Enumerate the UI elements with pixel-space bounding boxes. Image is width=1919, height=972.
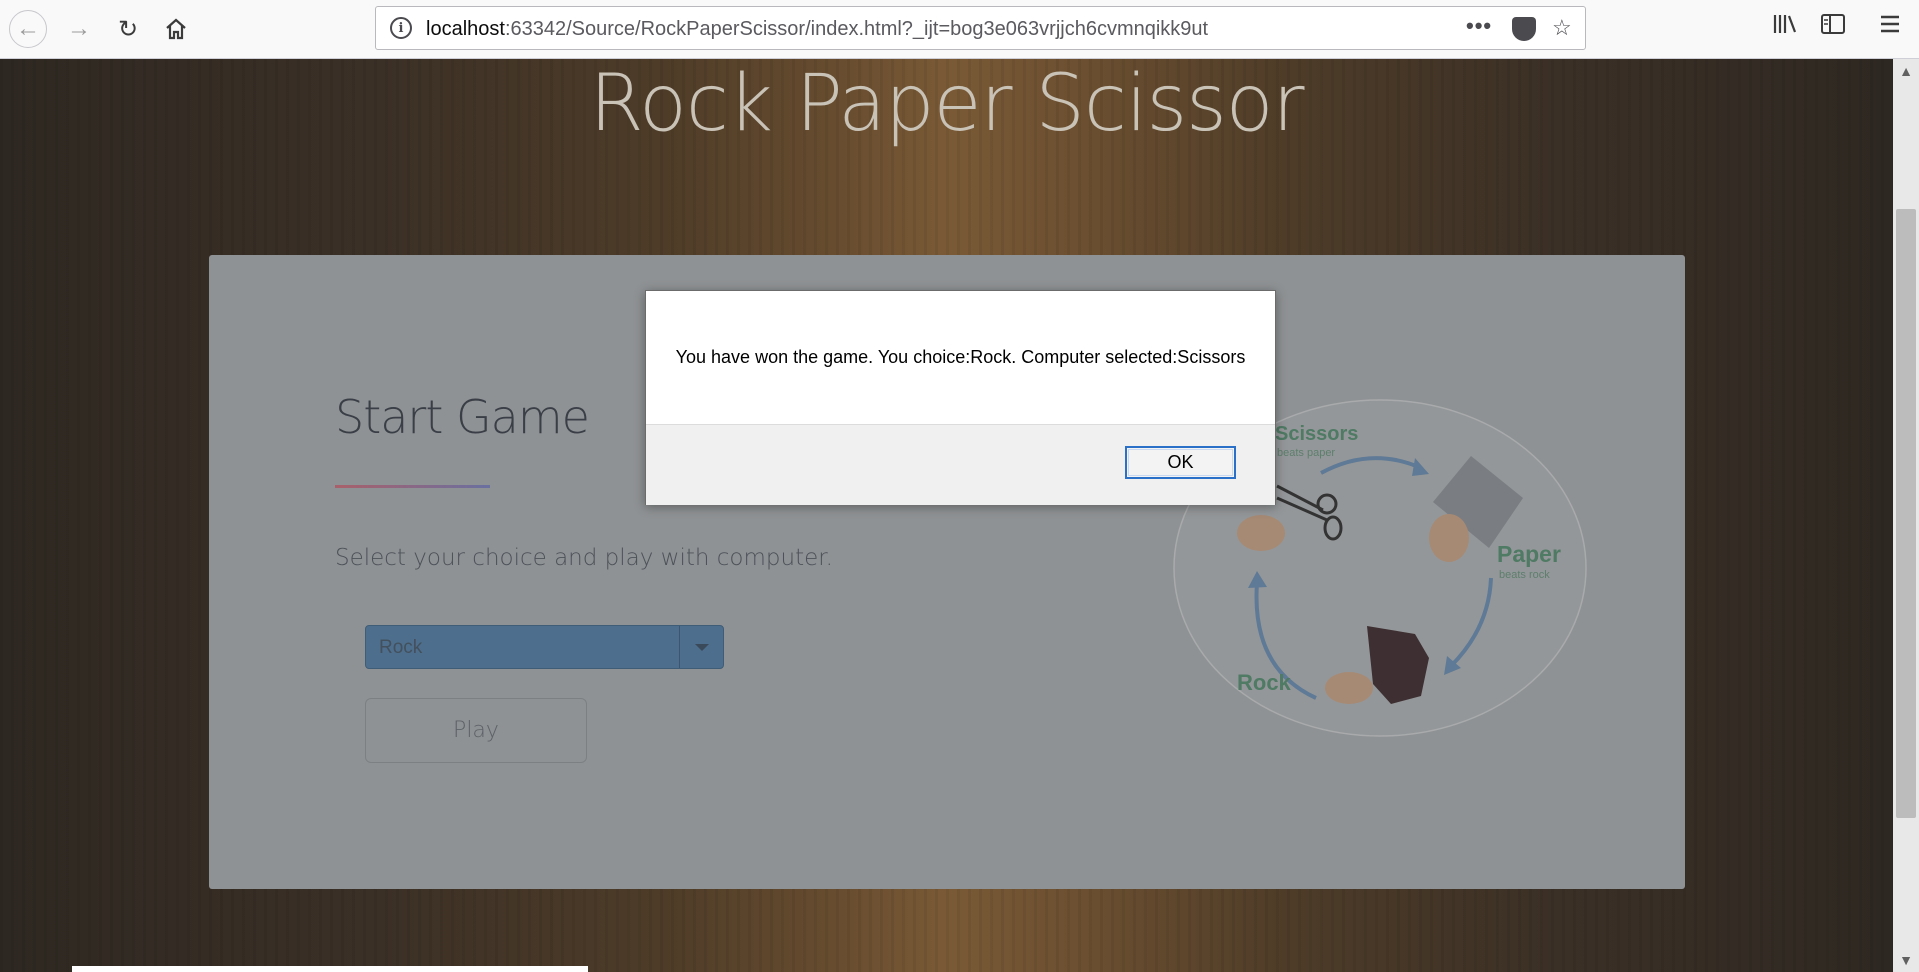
paper-hand-image [1429,514,1469,562]
library-icon[interactable] [1772,12,1798,43]
start-game-heading: Start Game [335,390,590,444]
page-content: Rock Paper Scissor Start Game Select you… [0,59,1893,972]
scroll-down-arrow-icon[interactable]: ▼ [1893,948,1919,972]
ok-button[interactable]: OK [1125,446,1236,479]
scrollbar-thumb[interactable] [1896,209,1916,818]
info-icon[interactable]: i [390,17,412,39]
alert-message: You have won the game. You choice:Rock. … [675,347,1246,367]
home-icon[interactable] [157,10,195,48]
pocket-icon[interactable] [1512,17,1536,41]
play-button[interactable]: Play [365,698,587,763]
reload-icon[interactable]: ↻ [109,10,147,48]
rock-hand-image [1325,672,1373,704]
bookmark-star-icon[interactable]: ☆ [1552,15,1572,41]
browser-toolbar: ← → ↻ i localhost:63342/Source/RockPaper… [0,0,1919,59]
diagram-label-scissors: Scissors [1275,423,1358,445]
choice-select[interactable]: Rock [365,625,724,669]
url-bar[interactable]: i localhost:63342/Source/RockPaperScisso… [375,6,1586,50]
forward-arrow-icon[interactable]: → [60,10,98,48]
alert-dialog: You have won the game. You choice:Rock. … [645,290,1276,505]
diagram-label-rock: Rock [1237,670,1292,695]
choice-select-value: Rock [379,637,423,658]
diagram-label-paper: Paper [1497,541,1561,567]
alert-footer: OK [646,424,1275,505]
back-arrow-icon[interactable]: ← [9,10,47,48]
instructions-text: Select your choice and play with compute… [335,545,833,571]
scroll-up-arrow-icon[interactable]: ▲ [1893,59,1919,83]
heading-divider [335,485,490,488]
scissors-hand-image [1237,515,1285,551]
site-title: Rock Paper Scissor [589,59,1304,149]
chevron-down-icon[interactable] [679,626,723,668]
url-text[interactable]: localhost:63342/Source/RockPaperScissor/… [426,18,1208,41]
diagram-label-scissors-sub: beats paper [1277,447,1335,459]
page-actions-menu-icon[interactable]: ••• [1466,13,1492,39]
hamburger-menu-icon[interactable] [1879,12,1901,43]
bottom-strip [72,966,588,972]
diagram-label-paper-sub: beats rock [1499,569,1550,581]
sidebar-icon[interactable] [1820,12,1846,43]
vertical-scrollbar[interactable]: ▲ ▼ [1893,59,1919,972]
